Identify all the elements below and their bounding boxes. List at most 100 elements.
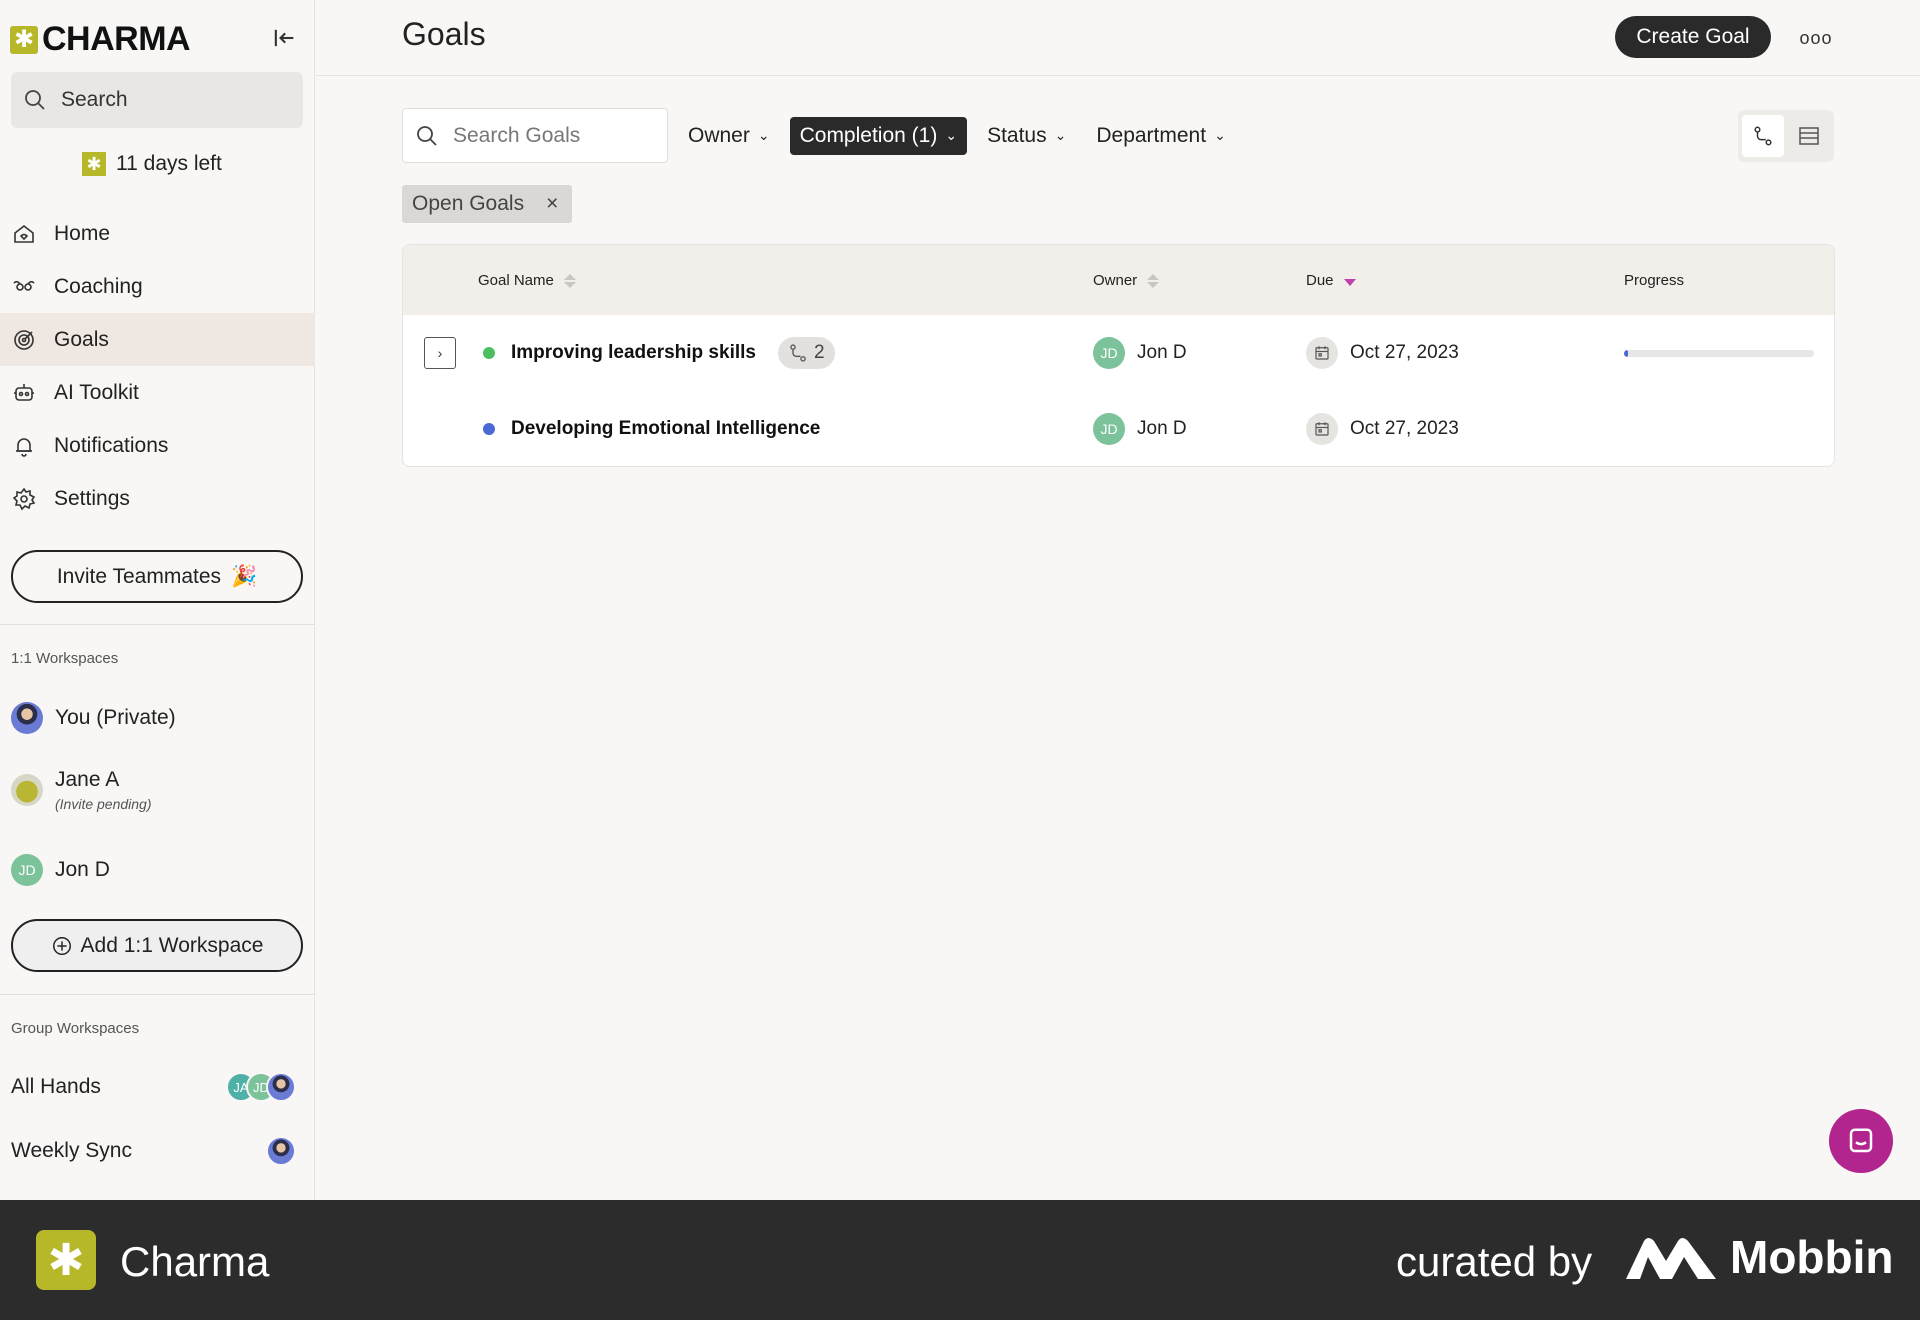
tree-view-icon xyxy=(1754,126,1772,146)
column-due[interactable]: Due xyxy=(1306,272,1356,289)
column-goal-name[interactable]: Goal Name xyxy=(478,272,576,289)
progress-fill xyxy=(1624,350,1628,357)
progress-bar xyxy=(1624,350,1814,357)
goals-table: Goal Name Owner Due Progress › Improving… xyxy=(402,244,1835,467)
owner-name: Jon D xyxy=(1137,418,1187,439)
footer-banner: ✱ Charma curated by Mobbin xyxy=(0,1200,1920,1320)
avatar-stack xyxy=(266,1136,296,1166)
group-item-all-hands[interactable]: All Hands JA JD xyxy=(11,1072,296,1102)
table-row[interactable]: › Improving leadership skills 2 JD Jon D… xyxy=(403,315,1834,391)
avatar-stack: JA JD xyxy=(226,1072,296,1102)
status-filter[interactable]: Status ⌄ xyxy=(977,117,1076,155)
sidebar: ✱ CHARMA Search ✱ 11 days left Home Coac… xyxy=(0,0,315,1200)
group-name: Weekly Sync xyxy=(11,1139,132,1162)
subgoal-count-badge[interactable]: 2 xyxy=(777,337,835,369)
owner-name: Jon D xyxy=(1137,342,1187,363)
trial-status: ✱ 11 days left xyxy=(82,152,222,176)
charma-logo-icon: ✱ xyxy=(10,25,38,54)
create-goal-button[interactable]: Create Goal xyxy=(1615,16,1771,58)
footer-app-name: Charma xyxy=(120,1238,270,1285)
sort-descending-icon xyxy=(1343,279,1356,286)
brand-logo[interactable]: ✱ CHARMA xyxy=(10,20,191,59)
owner-filter[interactable]: Owner ⌄ xyxy=(678,117,780,155)
chevron-right-icon: › xyxy=(424,337,456,369)
avatar xyxy=(266,1136,296,1166)
status-dot xyxy=(483,423,495,435)
sidebar-item-coaching[interactable]: Coaching xyxy=(0,260,315,313)
group-item-weekly-sync[interactable]: Weekly Sync xyxy=(11,1136,296,1166)
one-on-one-workspaces-label: 1:1 Workspaces xyxy=(11,650,119,667)
add-workspace-button[interactable]: Add 1:1 Workspace xyxy=(11,919,303,972)
expand-row-button[interactable]: › xyxy=(424,337,456,369)
goal-cell: Developing Emotional Intelligence xyxy=(483,413,820,445)
department-filter[interactable]: Department ⌄ xyxy=(1086,117,1235,155)
avatar: JD xyxy=(1093,337,1125,369)
sidebar-search-label: Search xyxy=(61,88,128,111)
completion-filter[interactable]: Completion (1) ⌄ xyxy=(789,116,968,155)
workspace-name: You (Private) xyxy=(55,706,176,729)
home-icon xyxy=(14,224,34,243)
mobbin-logo: Mobbin xyxy=(1626,1230,1894,1284)
search-goals-input[interactable] xyxy=(453,123,653,148)
filter-label: Completion (1) xyxy=(799,123,938,147)
sidebar-nav: Home Coaching Goals AI Toolkit Notificat… xyxy=(0,207,315,525)
chevron-down-icon: ⌄ xyxy=(1214,127,1226,143)
sidebar-item-label: Home xyxy=(54,221,111,245)
open-goals-chip: Open Goals × xyxy=(402,185,573,223)
charma-badge-icon: ✱ xyxy=(82,152,106,176)
table-row[interactable]: Developing Emotional Intelligence JD Jon… xyxy=(403,391,1834,466)
mobbin-name: Mobbin xyxy=(1730,1231,1894,1283)
sidebar-item-label: Settings xyxy=(54,486,130,510)
progress-cell xyxy=(1624,350,1814,357)
goal-name[interactable]: Improving leadership skills xyxy=(511,342,756,364)
trial-text: 11 days left xyxy=(116,152,222,175)
filter-label: Owner xyxy=(688,123,750,147)
workspace-item-you[interactable]: You (Private) xyxy=(11,702,176,734)
sidebar-item-ai-toolkit[interactable]: AI Toolkit xyxy=(0,366,315,419)
sidebar-search[interactable]: Search xyxy=(11,72,303,128)
avatar: JD xyxy=(1093,413,1125,445)
more-options-icon[interactable]: ooo xyxy=(1799,22,1832,54)
chat-support-button[interactable] xyxy=(1829,1109,1893,1173)
party-popper-icon: 🎉 xyxy=(231,564,258,588)
invite-pending-label: (Invite pending) xyxy=(55,796,152,812)
sidebar-item-settings[interactable]: Settings xyxy=(0,472,315,525)
workspace-name: Jon D xyxy=(55,858,110,881)
page-header: Goals Create Goal ooo xyxy=(316,0,1920,76)
curated-by-text: curated by xyxy=(1396,1238,1593,1285)
chat-icon xyxy=(1849,1128,1873,1153)
charma-logo-icon: ✱ xyxy=(36,1230,96,1290)
sidebar-item-home[interactable]: Home xyxy=(0,207,315,260)
due-cell[interactable]: Oct 27, 2023 xyxy=(1306,337,1459,369)
group-workspaces-label: Group Workspaces xyxy=(11,1020,140,1037)
status-dot xyxy=(483,347,495,359)
sidebar-divider xyxy=(0,624,315,625)
workspace-item-jon-d[interactable]: JD Jon D xyxy=(11,854,110,886)
due-cell[interactable]: Oct 27, 2023 xyxy=(1306,413,1459,445)
subgoal-icon xyxy=(790,344,806,362)
table-view-button[interactable] xyxy=(1788,115,1830,157)
sidebar-item-goals[interactable]: Goals xyxy=(0,313,315,366)
column-label: Due xyxy=(1306,272,1334,289)
goal-name[interactable]: Developing Emotional Intelligence xyxy=(511,418,820,440)
tree-view-button[interactable] xyxy=(1742,115,1784,157)
filter-bar: Owner ⌄ Completion (1) ⌄ Status ⌄ Depart… xyxy=(402,108,1236,163)
subgoal-count: 2 xyxy=(813,342,825,363)
column-owner[interactable]: Owner xyxy=(1093,272,1160,289)
sidebar-item-notifications[interactable]: Notifications xyxy=(0,419,315,472)
collapse-sidebar-icon[interactable] xyxy=(270,24,298,52)
plus-circle-icon xyxy=(52,936,71,955)
close-icon[interactable]: × xyxy=(546,192,558,216)
filter-label: Department xyxy=(1096,123,1207,147)
sidebar-item-label: Goals xyxy=(54,327,109,351)
goal-cell: Improving leadership skills 2 xyxy=(483,337,835,369)
table-view-icon xyxy=(1799,127,1819,145)
workspace-name: Jane A xyxy=(55,768,120,791)
gear-icon xyxy=(12,487,36,510)
workspace-item-jane-a[interactable]: Jane A (Invite pending) xyxy=(11,768,152,812)
invite-teammates-button[interactable]: Invite Teammates 🎉 xyxy=(11,550,303,603)
mobbin-mark-icon xyxy=(1626,1238,1716,1279)
workspace-name-group: Jane A (Invite pending) xyxy=(55,768,152,812)
column-progress: Progress xyxy=(1624,272,1684,289)
chevron-down-icon: ⌄ xyxy=(945,127,958,143)
